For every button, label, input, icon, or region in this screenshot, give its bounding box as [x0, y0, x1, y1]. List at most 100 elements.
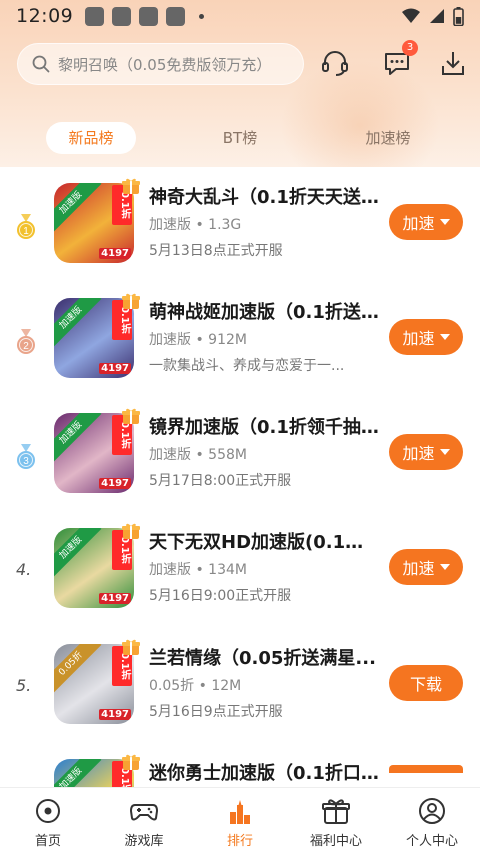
game-description: 5月13日8点正式开服: [149, 243, 283, 259]
nav-label: 游戏库: [124, 834, 164, 849]
game-icon[interactable]: 加速版 0.1折 4197: [54, 298, 134, 378]
status-time: 12:09: [16, 5, 74, 27]
rank-number: 1: [23, 226, 29, 237]
home-icon: [36, 799, 60, 823]
customer-service-button[interactable]: [318, 46, 352, 80]
icon-version-tag: 加速版: [54, 413, 102, 464]
nav-item-1[interactable]: 游戏库: [96, 788, 192, 853]
notification-app-icon: [166, 6, 186, 26]
search-placeholder: 黎明召唤（0.05免费版领万充）: [58, 55, 272, 74]
game-meta: 加速版 • 558M: [149, 447, 247, 463]
gift-icon: [122, 523, 140, 539]
game-description: 5月16日9点正式开服: [149, 704, 283, 720]
rank-medal-icon: 1: [17, 214, 35, 239]
game-icon[interactable]: 加速版 0.1折 4197: [54, 528, 134, 608]
rank-number: 4.: [16, 560, 32, 579]
action-label: 加速: [402, 559, 435, 578]
icon-platform-mark: 4197: [99, 478, 131, 489]
game-row[interactable]: 1 加速版 0.1折 4197 神奇大乱斗（0.1折天天送... 加速版 • 1.…: [0, 167, 480, 282]
nav-label: 排行: [226, 834, 253, 849]
nav-label: 个人中心: [405, 834, 458, 849]
game-meta: 加速版 • 1.3G: [149, 217, 242, 233]
dropdown-caret-icon: [439, 219, 450, 225]
notification-icons: [85, 6, 205, 26]
headset-icon: [322, 51, 348, 76]
game-description: 5月16日9:00正式开服: [149, 588, 292, 604]
icon-version-tag: 加速版: [54, 528, 102, 579]
nav-label: 福利中心: [309, 834, 362, 849]
icon-version-tag: 加速版: [54, 298, 102, 349]
icon-platform-mark: 4197: [99, 248, 131, 259]
speed-up-button[interactable]: 加速: [389, 319, 463, 355]
game-icon[interactable]: 加速版 0.1折 4197: [54, 413, 134, 493]
gift-icon: [122, 754, 140, 770]
battery-icon: [453, 6, 464, 26]
game-list: 1 加速版 0.1折 4197 神奇大乱斗（0.1折天天送... 加速版 • 1.…: [0, 167, 480, 787]
dropdown-caret-icon: [439, 564, 450, 570]
game-meta: 加速版 • 912M: [149, 332, 247, 348]
more-notifications-dot: [199, 13, 205, 19]
game-row[interactable]: 2 加速版 0.1折 4197 萌神战姬加速版（0.1折送... 加速版 • 91…: [0, 282, 480, 397]
notification-app-icon: [85, 6, 105, 26]
action-label: 加速: [402, 329, 435, 348]
game-title[interactable]: 兰若情缘（0.05折送满星...: [149, 644, 379, 670]
download-button[interactable]: 下载: [389, 665, 463, 701]
speed-up-button[interactable]: 加速: [389, 434, 463, 470]
user-icon: [419, 798, 445, 824]
dropdown-caret-icon: [439, 334, 450, 340]
rank-number: 3: [23, 456, 29, 467]
game-row[interactable]: 5. 0.05折 0.1折 4197 兰若情缘（0.05折送满星... 0.05折…: [0, 628, 480, 743]
rank-medal-icon: 3: [17, 444, 35, 469]
game-row[interactable]: 3 加速版 0.1折 4197 镜界加速版（0.1折领千抽... 加速版 • 55…: [0, 397, 480, 512]
gift-icon: [122, 293, 140, 309]
game-description: 5月17日8:00正式开服: [149, 473, 292, 489]
icon-platform-mark: 4197: [99, 363, 131, 374]
game-title[interactable]: 萌神战姬加速版（0.1折送...: [149, 298, 379, 324]
gift-icon: [122, 639, 140, 655]
status-right: [401, 6, 464, 26]
nav-item-4[interactable]: 个人中心: [384, 788, 480, 853]
tab-bt[interactable]: BT榜: [200, 122, 280, 154]
messages-button[interactable]: 3: [380, 40, 418, 80]
game-icon[interactable]: 加速版 0.1折 4197: [54, 183, 134, 263]
search-input[interactable]: 黎明召唤（0.05免费版领万充）: [17, 43, 304, 85]
speed-up-button[interactable]: 加速: [389, 204, 463, 240]
tab-new-games[interactable]: 新品榜: [46, 122, 136, 154]
game-icon[interactable]: 0.05折 0.1折 4197: [54, 644, 134, 724]
tab-speed[interactable]: 加速榜: [348, 122, 428, 154]
game-row[interactable]: 4. 加速版 0.1折 4197 天下无双HD加速版(0.1折... 加速版 • …: [0, 512, 480, 627]
game-title[interactable]: 镜界加速版（0.1折领千抽...: [149, 413, 379, 439]
nav-item-0[interactable]: 首页: [0, 788, 96, 853]
search-icon: [32, 55, 50, 73]
icon-version-tag: 加速版: [54, 183, 102, 234]
wifi-icon: [402, 8, 420, 23]
rank-number: 2: [23, 341, 29, 352]
speed-up-button[interactable]: 加速: [389, 549, 463, 585]
partial-action-button[interactable]: [389, 765, 463, 773]
gift-icon: [322, 799, 350, 824]
action-label: 加速: [402, 214, 435, 233]
game-meta: 0.05折 • 12M: [149, 678, 242, 694]
notification-app-icon: [112, 6, 132, 26]
icon-version-tag: 0.05折: [54, 644, 102, 695]
icon-version-tag: 加速版: [54, 759, 102, 787]
rank-medal-icon: 2: [17, 329, 35, 354]
notification-app-icon: [139, 6, 159, 26]
ranking-tabs: 新品榜 BT榜 加速榜: [0, 122, 480, 156]
action-label: 下载: [409, 675, 442, 694]
icon-platform-mark: 4197: [99, 709, 131, 720]
nav-item-2[interactable]: 排行: [192, 788, 288, 853]
download-manager-button[interactable]: [436, 46, 470, 80]
nav-item-3[interactable]: 福利中心: [288, 788, 384, 853]
game-title[interactable]: 神奇大乱斗（0.1折天天送...: [149, 183, 379, 209]
ranking-icon: [230, 800, 250, 824]
status-bar: 12:09: [0, 0, 480, 32]
game-title[interactable]: 迷你勇士加速版（0.1折口...: [149, 759, 379, 785]
game-title[interactable]: 天下无双HD加速版(0.1折...: [149, 528, 379, 554]
dropdown-caret-icon: [439, 449, 450, 455]
download-icon: [442, 52, 464, 75]
game-description: 一款集战斗、养成与恋爱于一...: [149, 358, 345, 374]
icon-platform-mark: 4197: [99, 593, 131, 604]
game-row[interactable]: 加速版 0.1折 4197 迷你勇士加速版（0.1折口...: [0, 743, 480, 787]
message-count-badge: 3: [402, 40, 418, 56]
